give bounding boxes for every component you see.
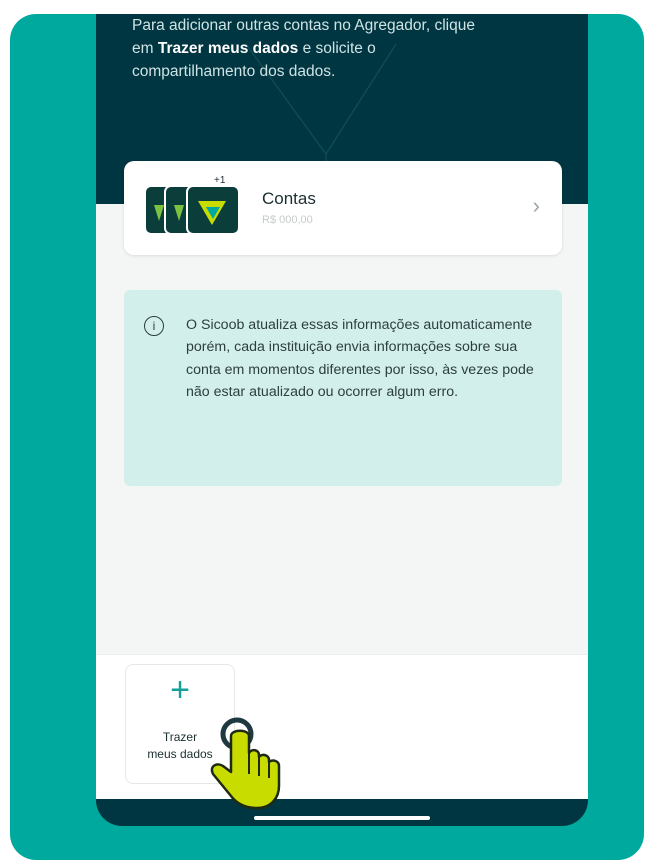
instructions-highlight: Trazer meus dados [157, 40, 299, 57]
info-notice: i O Sicoob atualiza essas informações au… [124, 290, 562, 486]
phone-screen: Para adicionar outras contas no Agregado… [96, 14, 588, 826]
accounts-card[interactable]: +1 Contas R$ 000,00 › [124, 161, 562, 255]
bank-logos [144, 181, 240, 237]
pointer-hand-icon [210, 717, 281, 810]
info-icon: i [144, 316, 164, 336]
info-text: O Sicoob atualiza essas informações auto… [186, 317, 534, 400]
instructions-line-1: Para adicionar outras contas no Agregado… [132, 17, 475, 34]
accounts-balance: R$ 000,00 [262, 214, 313, 226]
plus-icon: + [170, 671, 190, 709]
header-instructions: Para adicionar outras contas no Agregado… [132, 14, 572, 83]
instructions-text: e solicite o [298, 40, 376, 57]
more-accounts-badge: +1 [214, 175, 226, 186]
accounts-title: Contas [262, 189, 316, 208]
instructions-line-3: compartilhamento dos dados. [132, 63, 336, 80]
bottom-action-bar: + Trazer meus dados [96, 654, 588, 799]
bank-logo-icon [186, 185, 240, 235]
instructions-text: em [132, 40, 158, 57]
home-indicator [254, 816, 430, 820]
instructions-line-2: em Trazer meus dados e solicite o [132, 37, 572, 60]
chevron-right-icon: › [532, 193, 540, 218]
